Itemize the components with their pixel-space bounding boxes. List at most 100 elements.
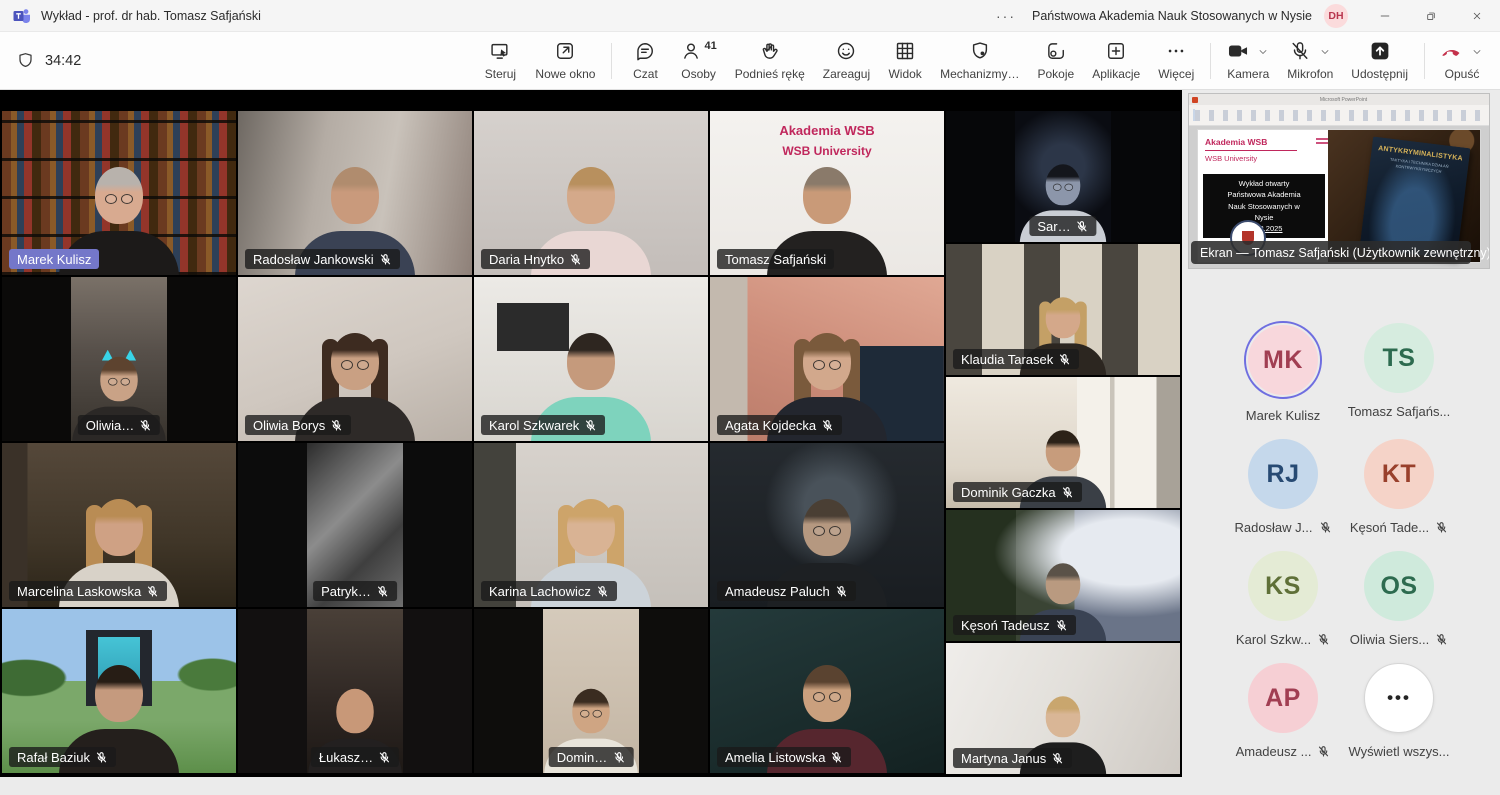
- avatar: KT: [1364, 439, 1434, 509]
- video-tile-patryk[interactable]: Patryk…: [238, 443, 472, 607]
- restore-button[interactable]: [1408, 0, 1454, 31]
- slide-title-box: Wykład otwarty Państwowa Akademia Nauk S…: [1203, 174, 1325, 238]
- chevron-down-icon[interactable]: [1319, 46, 1331, 58]
- minimize-button[interactable]: [1362, 0, 1408, 31]
- toolbar-button-label: Aplikacje: [1092, 67, 1140, 81]
- toolbar-mechanizmy-button[interactable]: Mechanizmy…: [931, 35, 1028, 86]
- chevron-down-icon[interactable]: [1471, 46, 1483, 58]
- video-tile-amadeusz-paluch[interactable]: Amadeusz Paluch: [710, 443, 944, 607]
- rooms-icon: [1045, 40, 1067, 62]
- video-tile-daria-hnytko[interactable]: Daria Hnytko: [474, 111, 708, 275]
- people-icon: [680, 40, 702, 62]
- avatar-ring: KT: [1362, 437, 1436, 511]
- meeting-toolbar: 34:42 Steruj Nowe okno Czat41OsobyPodnieś …: [0, 32, 1500, 90]
- avatar-name-label: Marek Kulisz: [1246, 408, 1320, 423]
- participant-avatar-ts[interactable]: TS Tomasz Safjańs...: [1341, 321, 1457, 423]
- avatar-initials: KS: [1265, 572, 1301, 601]
- toolbar-button-label: Zareaguj: [823, 67, 870, 81]
- toolbar-opusc-button[interactable]: Opuść: [1432, 35, 1492, 86]
- account-avatar-badge[interactable]: DH: [1324, 4, 1348, 28]
- participant-name-label: Domin…: [549, 747, 634, 767]
- video-tile-martyna-janus[interactable]: Martyna Janus: [946, 643, 1180, 774]
- toolbar-aplikacje-button[interactable]: Aplikacje: [1083, 35, 1149, 86]
- video-tile-marcelina-laskowska[interactable]: Marcelina Laskowska: [2, 443, 236, 607]
- participant-name-label: Daria Hnytko: [481, 249, 590, 269]
- titlebar-more-icon[interactable]: ···: [996, 8, 1016, 24]
- participant-name-label: Radosław Jankowski: [245, 249, 400, 269]
- toolbar-czat-button[interactable]: Czat: [619, 35, 671, 86]
- ppt-titlebar: Microsoft PowerPoint: [1189, 94, 1489, 105]
- mic-muted-icon: [1317, 633, 1330, 646]
- video-tile-radosław-jankowski[interactable]: Radosław Jankowski: [238, 111, 472, 275]
- avatar-ring: AP: [1246, 661, 1320, 735]
- close-button[interactable]: [1454, 0, 1500, 31]
- chevron-down-icon[interactable]: [1257, 46, 1269, 58]
- video-tile-karol-szkwarek[interactable]: Karol Szkwarek: [474, 277, 708, 441]
- toolbar-podnies-reke-button[interactable]: Podnieś rękę: [726, 35, 814, 86]
- toolbar-nowe-okno-button[interactable]: Nowe okno: [526, 35, 604, 86]
- video-tile-dominik-gaczka[interactable]: Dominik Gaczka: [946, 377, 1180, 508]
- toolbar-mikrofon-button[interactable]: Mikrofon: [1278, 35, 1342, 86]
- toolbar-button-label: Mikrofon: [1287, 67, 1333, 81]
- video-tile-klaudia-tarasek[interactable]: Klaudia Tarasek: [946, 244, 1180, 375]
- mic-muted-icon: [146, 585, 159, 598]
- participant-name-label: Oliwia Borys: [245, 415, 351, 435]
- video-tile-oliwia-borys[interactable]: Oliwia Borys: [238, 277, 472, 441]
- video-tile-karina-lachowicz[interactable]: Karina Lachowicz: [474, 443, 708, 607]
- video-tile-oliwia[interactable]: Oliwia…: [2, 277, 236, 441]
- participant-avatar-ap[interactable]: AP Amadeusz ...: [1225, 661, 1341, 759]
- avatar-name-label: Tomasz Safjańs...: [1348, 404, 1451, 419]
- video-tile-łukasz[interactable]: Łukasz…: [238, 609, 472, 773]
- participant-name-label: Marek Kulisz: [9, 249, 99, 269]
- avatar-ring: KS: [1246, 549, 1320, 623]
- video-tile-kęsoń-tadeusz[interactable]: Kęsoń Tadeusz: [946, 510, 1180, 641]
- participant-avatar-os[interactable]: OS Oliwia Siers...: [1341, 549, 1457, 647]
- participant-avatar-rj[interactable]: RJ Radosław J...: [1225, 437, 1341, 535]
- toolbar-button-label: Pokoje: [1038, 67, 1075, 81]
- screen-share-thumbnail[interactable]: Microsoft PowerPoint Akademia WSB WSB Un…: [1188, 93, 1490, 269]
- toolbar-widok-button[interactable]: Widok: [879, 35, 931, 86]
- window-title: Wykład - prof. dr hab. Tomasz Safjański: [41, 9, 261, 23]
- toolbar-button-label: Mechanizmy…: [940, 67, 1019, 81]
- video-tile-tomasz-safjański[interactable]: Akademia WSBWSB University Tomasz Safjań…: [710, 111, 944, 275]
- toolbar-zareaguj-button[interactable]: Zareaguj: [814, 35, 879, 86]
- mic-muted-icon: [1055, 619, 1068, 632]
- mic-muted-icon: [376, 585, 389, 598]
- ppt-app-icon: [1192, 97, 1198, 103]
- avatar-ring: OS: [1362, 549, 1436, 623]
- mic-muted-icon: [1061, 486, 1074, 499]
- participant-avatar-mk[interactable]: MK Marek Kulisz: [1225, 321, 1341, 423]
- avatar-initials: •••: [1387, 688, 1411, 708]
- avatar-name-label: Wyświetl wszys...: [1349, 744, 1450, 759]
- title-bar: Wykład - prof. dr hab. Tomasz Safjański …: [0, 0, 1500, 32]
- video-tile-sar[interactable]: Sar…: [946, 111, 1180, 242]
- more-icon: [1165, 40, 1187, 62]
- video-tile-amelia-listowska[interactable]: Amelia Listowska: [710, 609, 944, 773]
- timer-value: 34:42: [45, 53, 81, 69]
- toolbar-kamera-button[interactable]: Kamera: [1218, 35, 1278, 86]
- video-tile-rafał-baziuk[interactable]: Rafał Baziuk: [2, 609, 236, 773]
- avatar-ring: TS: [1362, 321, 1436, 395]
- show-all-participants[interactable]: ••• Wyświetl wszys...: [1341, 661, 1457, 759]
- avatar: •••: [1364, 663, 1434, 733]
- avatar-name-label: Karol Szkw...: [1236, 632, 1330, 647]
- video-tile-marek-kulisz[interactable]: Marek Kulisz: [2, 111, 236, 275]
- toolbar-steruj-button[interactable]: Steruj: [474, 35, 526, 86]
- toolbar-osoby-button[interactable]: 41Osoby: [671, 35, 725, 86]
- participant-avatar-kt[interactable]: KT Kęsoń Tade...: [1341, 437, 1457, 535]
- mic-muted-icon: [1319, 521, 1332, 534]
- ppt-window-title: Microsoft PowerPoint: [1320, 97, 1367, 103]
- mic-muted-icon: [1051, 752, 1064, 765]
- mic-muted-icon: [1317, 745, 1330, 758]
- participant-name-label: Rafał Baziuk: [9, 747, 116, 767]
- video-tile-agata-kojdecka[interactable]: Agata Kojdecka: [710, 277, 944, 441]
- participant-avatar-ks[interactable]: KS Karol Szkw...: [1225, 549, 1341, 647]
- toolbar-button-label: Steruj: [485, 67, 516, 81]
- toolbar-wiecej-button[interactable]: Więcej: [1149, 35, 1203, 86]
- video-grid-main: Marek Kulisz Radosław Jankowski Daria Hn…: [2, 111, 944, 773]
- toolbar-udostepnij-button[interactable]: Udostępnij: [1342, 35, 1417, 86]
- leave-icon: [1441, 40, 1463, 62]
- toolbar-pokoje-button[interactable]: Pokoje: [1029, 35, 1084, 86]
- video-tile-domin[interactable]: Domin…: [474, 609, 708, 773]
- participant-name-label: Tomasz Safjański: [717, 249, 834, 269]
